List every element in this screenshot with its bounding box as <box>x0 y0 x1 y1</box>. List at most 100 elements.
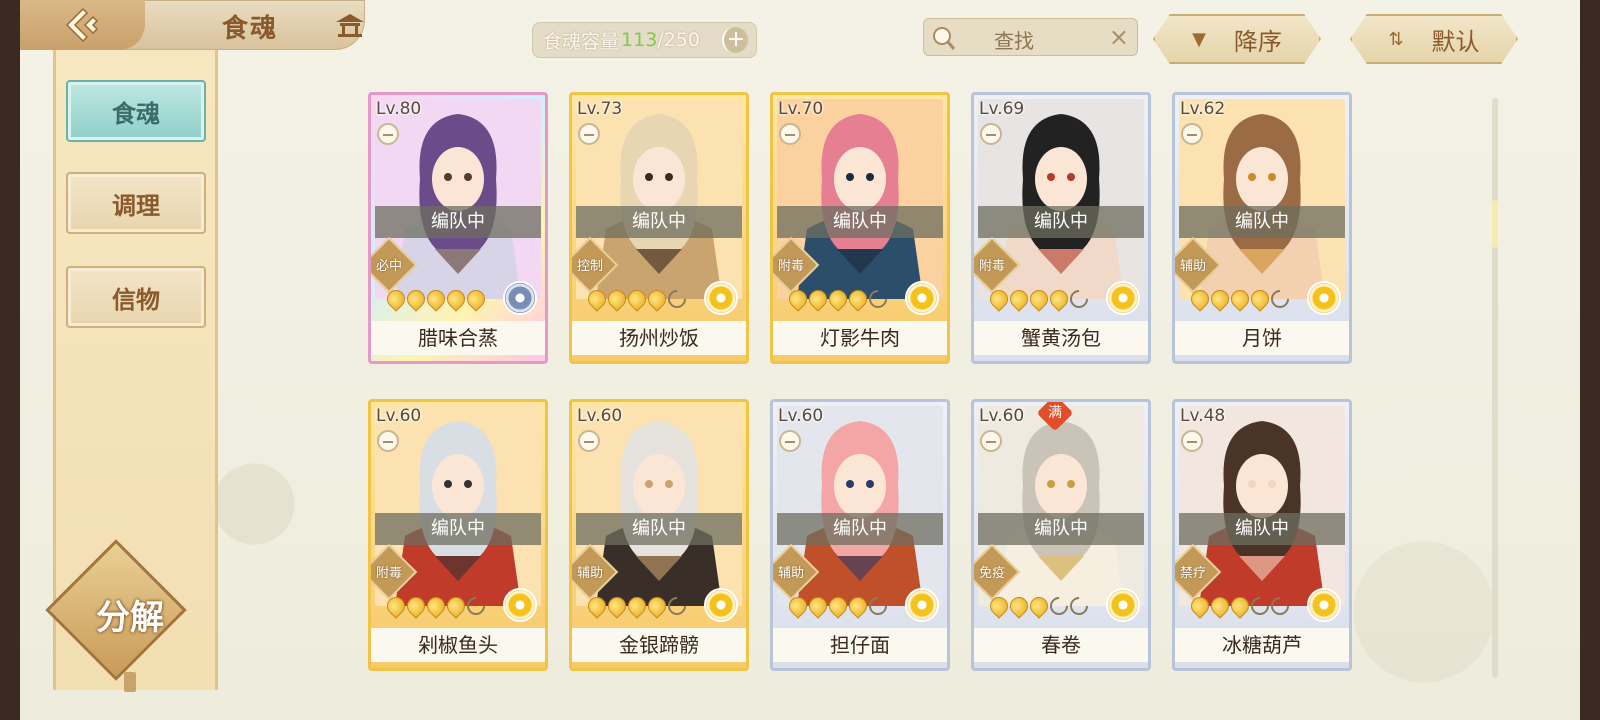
role-label: 辅助 <box>1179 259 1206 274</box>
food-soul-card[interactable]: Lv.80 编队中 必中 腊味合蒸 <box>368 92 548 364</box>
star-rating <box>785 286 891 312</box>
star-filled-icon <box>825 593 851 619</box>
sort-arrows-icon: ⇅ <box>1388 28 1404 50</box>
role-label: 必中 <box>375 259 402 274</box>
star-filled-icon <box>1046 286 1072 312</box>
character-name: 扬州炒饭 <box>572 321 746 355</box>
sort-order-label: 降序 <box>1233 27 1282 56</box>
star-empty-icon <box>865 593 891 619</box>
chef-status-icon <box>779 430 801 452</box>
star-filled-icon <box>463 286 489 312</box>
food-soul-card[interactable]: Lv.60 编队中 辅助 担仔面 <box>770 399 950 671</box>
in-team-banner: 编队中 <box>978 206 1144 238</box>
star-rating <box>785 593 891 619</box>
max-badge-text: 满 <box>1048 405 1062 421</box>
chef-status-icon <box>980 123 1002 145</box>
food-soul-card[interactable]: Lv.60 编队中 辅助 金银蹄髈 <box>569 399 749 671</box>
capacity-current: 113 <box>621 29 658 51</box>
in-team-banner: 编队中 <box>777 513 943 545</box>
sidebar-item-cooking[interactable]: 调理 <box>66 172 206 234</box>
add-capacity-button[interactable]: + <box>722 27 748 53</box>
star-filled-icon <box>624 286 650 312</box>
food-soul-card[interactable]: Lv.48 编队中 禁疗 冰糖葫芦 <box>1172 399 1352 671</box>
food-soul-card[interactable]: Lv.69 编队中 附毒 蟹黄汤包 <box>971 92 1151 364</box>
rarity-flower-icon <box>1307 281 1341 315</box>
sidebar-item-token[interactable]: 信物 <box>66 266 206 328</box>
chef-status-icon <box>377 430 399 452</box>
chef-status-icon <box>1181 123 1203 145</box>
star-filled-icon <box>1026 593 1052 619</box>
star-filled-icon <box>423 286 449 312</box>
chef-status-icon <box>980 430 1002 452</box>
star-rating <box>986 593 1092 619</box>
sidebar-item-food-soul[interactable]: 食魂 <box>66 80 206 142</box>
rarity-flower-icon <box>1106 281 1140 315</box>
star-filled-icon <box>845 286 871 312</box>
star-filled-icon <box>443 286 469 312</box>
search-input[interactable]: 查找 × <box>923 18 1138 56</box>
character-name: 剁椒鱼头 <box>371 628 545 662</box>
food-soul-card[interactable]: Lv.73 编队中 控制 扬州炒饭 <box>569 92 749 364</box>
level-label: Lv.70 <box>778 99 824 119</box>
rarity-flower-icon <box>905 588 939 622</box>
back-button[interactable] <box>20 0 145 50</box>
in-team-banner: 编队中 <box>1179 206 1345 238</box>
star-filled-icon <box>1227 286 1253 312</box>
star-filled-icon <box>403 286 429 312</box>
star-filled-icon <box>986 286 1012 312</box>
rarity-flower-icon <box>704 588 738 622</box>
level-label: Lv.69 <box>979 99 1025 119</box>
star-empty-icon <box>1267 286 1293 312</box>
star-filled-icon <box>1187 593 1213 619</box>
star-filled-icon <box>624 593 650 619</box>
in-team-banner: 编队中 <box>1179 513 1345 545</box>
sort-order-button[interactable]: ▼ 降序 <box>1153 14 1321 64</box>
star-filled-icon <box>1026 286 1052 312</box>
search-clear-icon[interactable]: × <box>1109 23 1129 51</box>
star-filled-icon <box>1006 286 1032 312</box>
star-filled-icon <box>845 593 871 619</box>
scrollbar-track[interactable] <box>1492 98 1498 678</box>
star-empty-icon <box>1247 593 1273 619</box>
rarity-flower-icon <box>503 281 537 315</box>
star-filled-icon <box>584 286 610 312</box>
star-filled-icon <box>443 593 469 619</box>
sort-mode-button[interactable]: ⇅ 默认 <box>1350 14 1518 64</box>
character-name: 担仔面 <box>773 628 947 662</box>
character-name: 腊味合蒸 <box>371 321 545 355</box>
star-filled-icon <box>805 286 831 312</box>
star-empty-icon <box>664 593 690 619</box>
sort-mode-label: 默认 <box>1431 27 1480 56</box>
food-soul-card[interactable]: Lv.62 编队中 辅助 月饼 <box>1172 92 1352 364</box>
star-filled-icon <box>644 593 670 619</box>
star-rating <box>1187 286 1293 312</box>
game-screen: 食魂 食魂容量 113 / 250 + 查找 × ▼ 降序 ⇅ 默认 食魂 调理… <box>20 0 1580 720</box>
food-soul-card[interactable]: Lv.70 编队中 附毒 灯影牛肉 <box>770 92 950 364</box>
star-filled-icon <box>644 286 670 312</box>
star-filled-icon <box>785 593 811 619</box>
level-label: Lv.60 <box>577 406 623 426</box>
in-team-banner: 编队中 <box>777 206 943 238</box>
character-name: 春卷 <box>974 628 1148 662</box>
scrollbar-thumb[interactable] <box>1492 200 1498 248</box>
back-arrow-icon <box>65 7 98 43</box>
food-soul-card[interactable]: Lv.60 满编队中 免疫 春卷 <box>971 399 1151 671</box>
star-filled-icon <box>604 593 630 619</box>
chef-status-icon <box>578 123 600 145</box>
level-label: Lv.80 <box>376 99 422 119</box>
star-filled-icon <box>403 593 429 619</box>
star-empty-icon <box>664 286 690 312</box>
star-empty-icon <box>1046 593 1072 619</box>
role-label: 附毒 <box>375 566 402 581</box>
home-pavilion-icon[interactable] <box>335 12 365 38</box>
in-team-banner: 编队中 <box>375 513 541 545</box>
star-rating <box>383 286 489 312</box>
star-filled-icon <box>1187 286 1213 312</box>
role-label: 附毒 <box>978 259 1005 274</box>
chef-status-icon <box>779 123 801 145</box>
tassel-ornament <box>124 672 136 692</box>
star-rating <box>383 593 489 619</box>
star-filled-icon <box>1207 286 1233 312</box>
food-soul-card[interactable]: Lv.60 编队中 附毒 剁椒鱼头 <box>368 399 548 671</box>
star-empty-icon <box>463 593 489 619</box>
